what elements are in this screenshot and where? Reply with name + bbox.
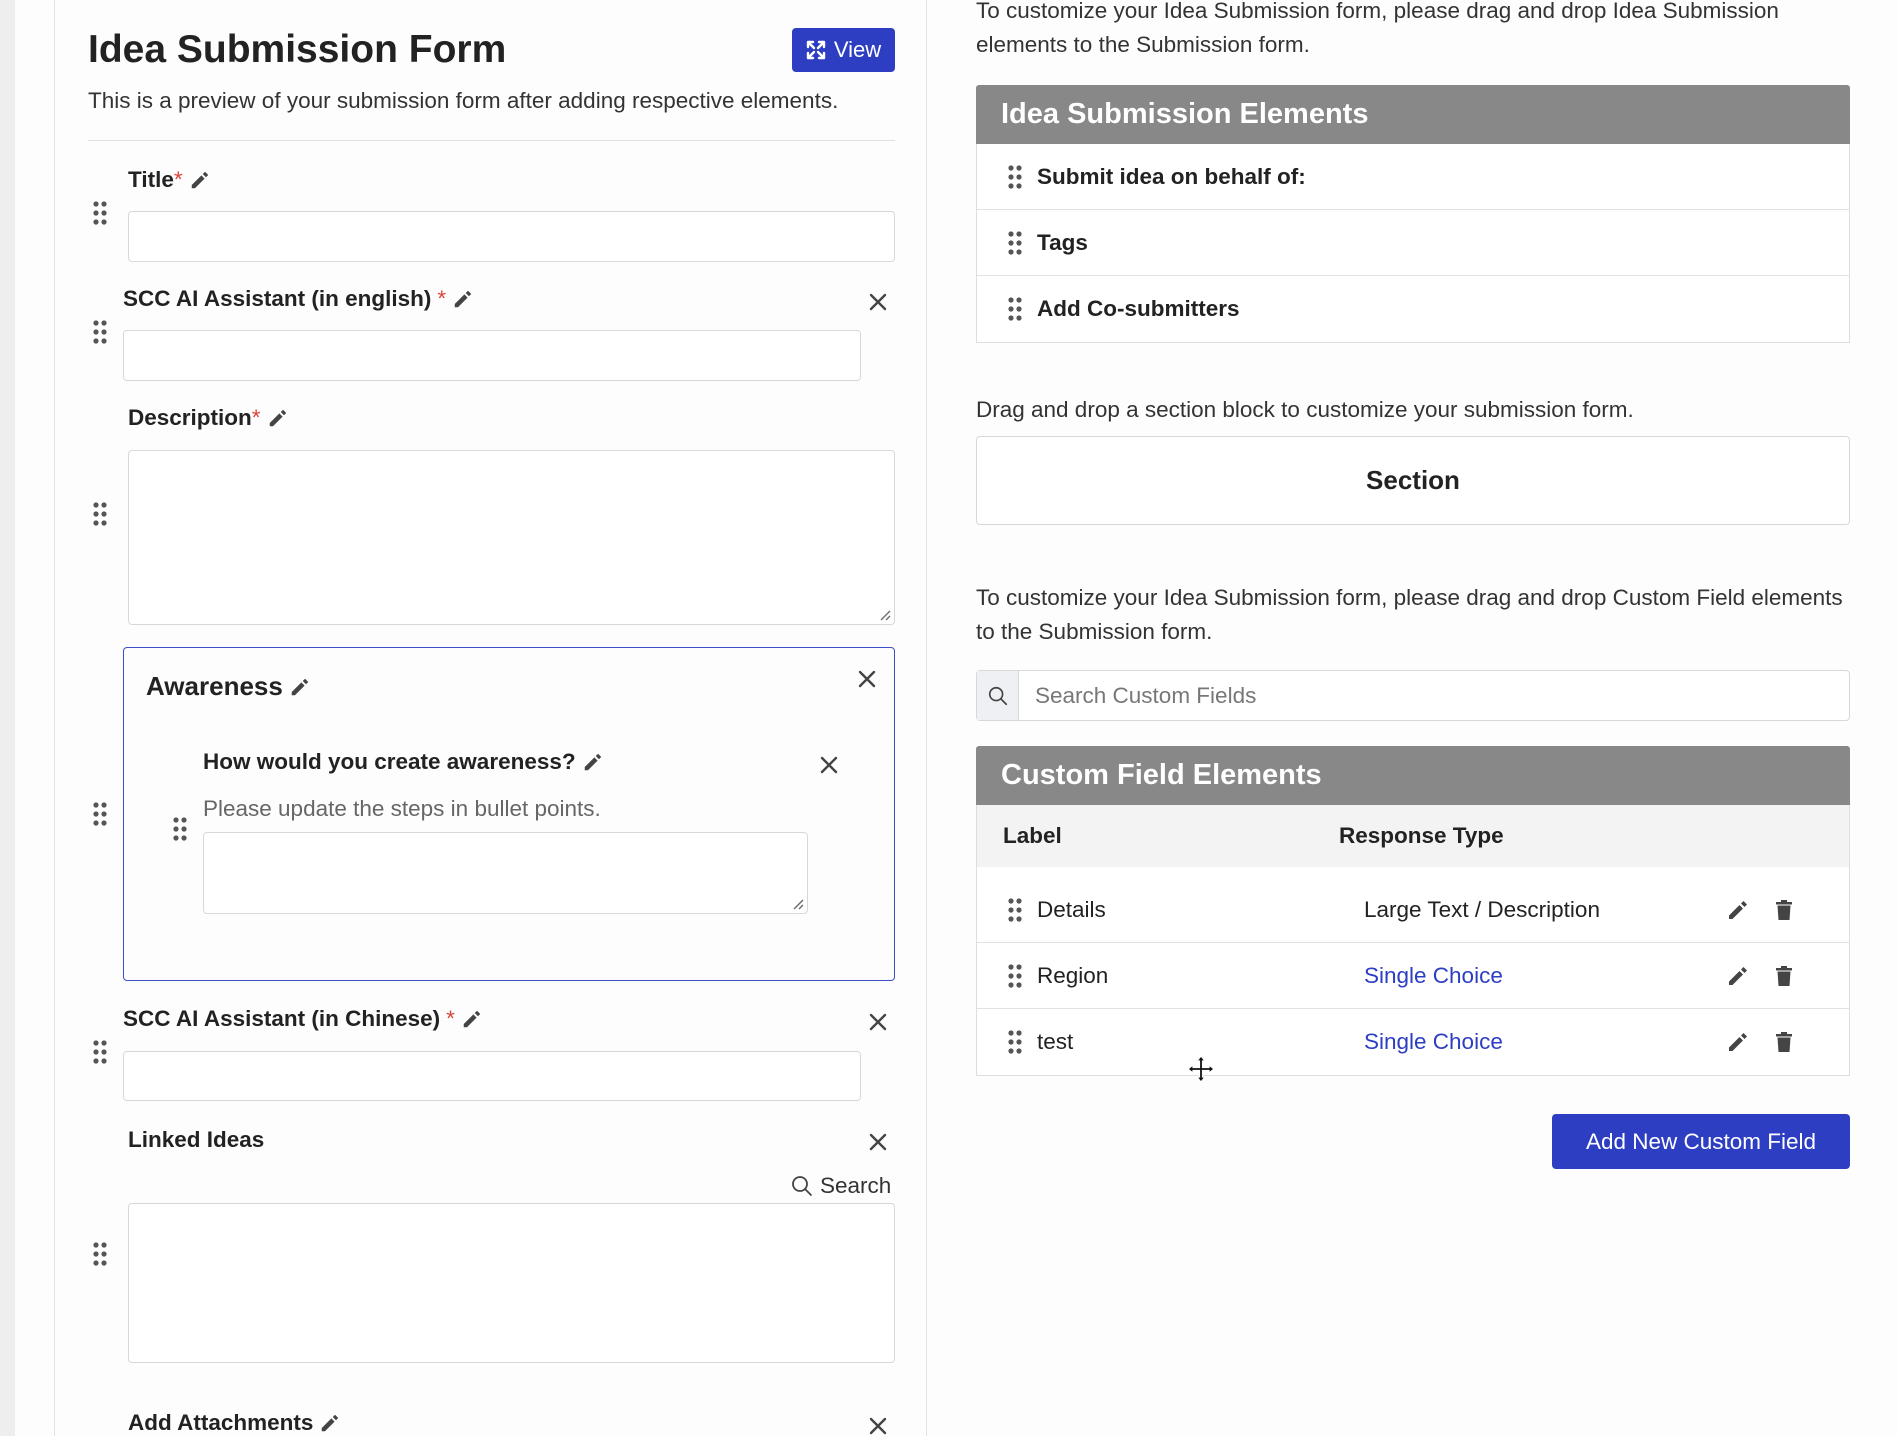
drag-handle-icon[interactable]: [92, 200, 108, 226]
table-header: Label Response Type: [977, 805, 1849, 867]
edit-pencil-icon[interactable]: [189, 169, 211, 191]
description-textarea[interactable]: [128, 450, 895, 625]
custom-fields-search[interactable]: [976, 670, 1850, 721]
drag-handle-icon[interactable]: [92, 1241, 108, 1267]
elements-list: Submit idea on behalf of: Tags Add Co-su…: [976, 144, 1850, 343]
divider: [88, 140, 895, 141]
move-cursor-icon: [1186, 1054, 1216, 1084]
close-icon[interactable]: [818, 754, 840, 776]
view-button[interactable]: View: [792, 28, 895, 72]
description-field-label: Description*: [128, 405, 289, 431]
form-subtitle: This is a preview of your submission for…: [88, 88, 839, 113]
resize-grip-icon[interactable]: [879, 609, 891, 621]
title-field-label: Title*: [128, 167, 211, 193]
search-icon: [977, 671, 1019, 720]
resize-grip-icon[interactable]: [792, 898, 804, 910]
response-type-link[interactable]: Single Choice: [1364, 1029, 1726, 1055]
question-hint: Please update the steps in bullet points…: [203, 796, 601, 821]
edit-pencil-icon[interactable]: [1726, 964, 1750, 988]
attachments-label: Add Attachments: [128, 1410, 341, 1436]
edit-pencil-icon[interactable]: [1726, 898, 1750, 922]
custom-fields-intro: To customize your Idea Submission form, …: [976, 585, 1843, 644]
form-preview-panel: Idea Submission Form View This is a prev…: [54, 0, 927, 1436]
drag-handle-icon[interactable]: [1007, 963, 1023, 989]
edit-pencil-icon[interactable]: [319, 1412, 341, 1434]
drag-handle-icon[interactable]: [92, 501, 108, 527]
linked-ideas-label: Linked Ideas: [128, 1127, 265, 1152]
drag-handle-icon[interactable]: [92, 319, 108, 345]
column-type-header: Response Type: [1339, 823, 1504, 848]
table-row[interactable]: test Single Choice: [977, 1009, 1849, 1075]
custom-fields-header: Custom Field Elements: [976, 746, 1850, 805]
edit-pencil-icon[interactable]: [461, 1008, 483, 1030]
left-gutter: [0, 0, 15, 1436]
question-label: How would you create awareness?: [203, 749, 604, 775]
table-row[interactable]: Details Large Text / Description: [977, 877, 1849, 943]
elements-intro: To customize your Idea Submission form, …: [976, 0, 1779, 57]
close-icon[interactable]: [867, 1011, 889, 1033]
edit-pencil-icon[interactable]: [267, 407, 289, 429]
linked-ideas-search[interactable]: Search: [790, 1173, 891, 1199]
scc-chinese-field-label: SCC AI Assistant (in Chinese) *: [123, 1006, 483, 1032]
drag-handle-icon[interactable]: [1007, 897, 1023, 923]
close-icon[interactable]: [856, 668, 878, 690]
drag-handle-icon[interactable]: [92, 801, 108, 827]
drag-handle-icon[interactable]: [172, 816, 188, 842]
expand-icon: [806, 40, 826, 60]
element-item[interactable]: Submit idea on behalf of:: [977, 144, 1849, 210]
table-row[interactable]: Region Single Choice: [977, 943, 1849, 1009]
elements-panel: To customize your Idea Submission form, …: [927, 0, 1898, 1436]
drag-handle-icon[interactable]: [92, 1039, 108, 1065]
edit-pencil-icon[interactable]: [452, 288, 474, 310]
response-type-link[interactable]: Single Choice: [1364, 963, 1726, 989]
section-hint: Drag and drop a section block to customi…: [976, 397, 1634, 422]
drag-handle-icon[interactable]: [1007, 164, 1023, 190]
section-title: Awareness: [146, 671, 311, 702]
page-title: Idea Submission Form: [88, 28, 507, 71]
scc-english-input[interactable]: [123, 330, 861, 381]
edit-pencil-icon[interactable]: [289, 676, 311, 698]
close-icon[interactable]: [867, 1415, 889, 1436]
title-input[interactable]: [128, 211, 895, 262]
edit-pencil-icon[interactable]: [582, 751, 604, 773]
linked-ideas-box[interactable]: [128, 1203, 895, 1363]
add-custom-field-button[interactable]: Add New Custom Field: [1552, 1114, 1850, 1169]
drag-handle-icon[interactable]: [1007, 296, 1023, 322]
drag-handle-icon[interactable]: [1007, 230, 1023, 256]
edit-pencil-icon[interactable]: [1726, 1030, 1750, 1054]
scc-english-field-label: SCC AI Assistant (in english) *: [123, 286, 474, 312]
trash-icon[interactable]: [1772, 898, 1796, 922]
search-icon: [792, 1176, 812, 1196]
close-icon[interactable]: [867, 1131, 889, 1153]
scc-chinese-input[interactable]: [123, 1051, 861, 1101]
trash-icon[interactable]: [1772, 1030, 1796, 1054]
elements-header: Idea Submission Elements: [976, 85, 1850, 144]
element-item[interactable]: Tags: [977, 210, 1849, 276]
close-icon[interactable]: [867, 291, 889, 313]
drag-handle-icon[interactable]: [1007, 1029, 1023, 1055]
question-textarea[interactable]: [203, 832, 808, 914]
view-button-label: View: [833, 37, 882, 62]
column-label-header: Label: [1003, 823, 1062, 848]
section-block[interactable]: Section: [976, 436, 1850, 525]
search-input[interactable]: [1019, 671, 1849, 720]
element-item[interactable]: Add Co-submitters: [977, 276, 1849, 342]
custom-fields-table: Label Response Type Details Large Text /…: [976, 805, 1850, 1076]
trash-icon[interactable]: [1772, 964, 1796, 988]
awareness-section: Awareness How would you create awareness…: [123, 647, 895, 981]
response-type: Large Text / Description: [1364, 896, 1600, 922]
